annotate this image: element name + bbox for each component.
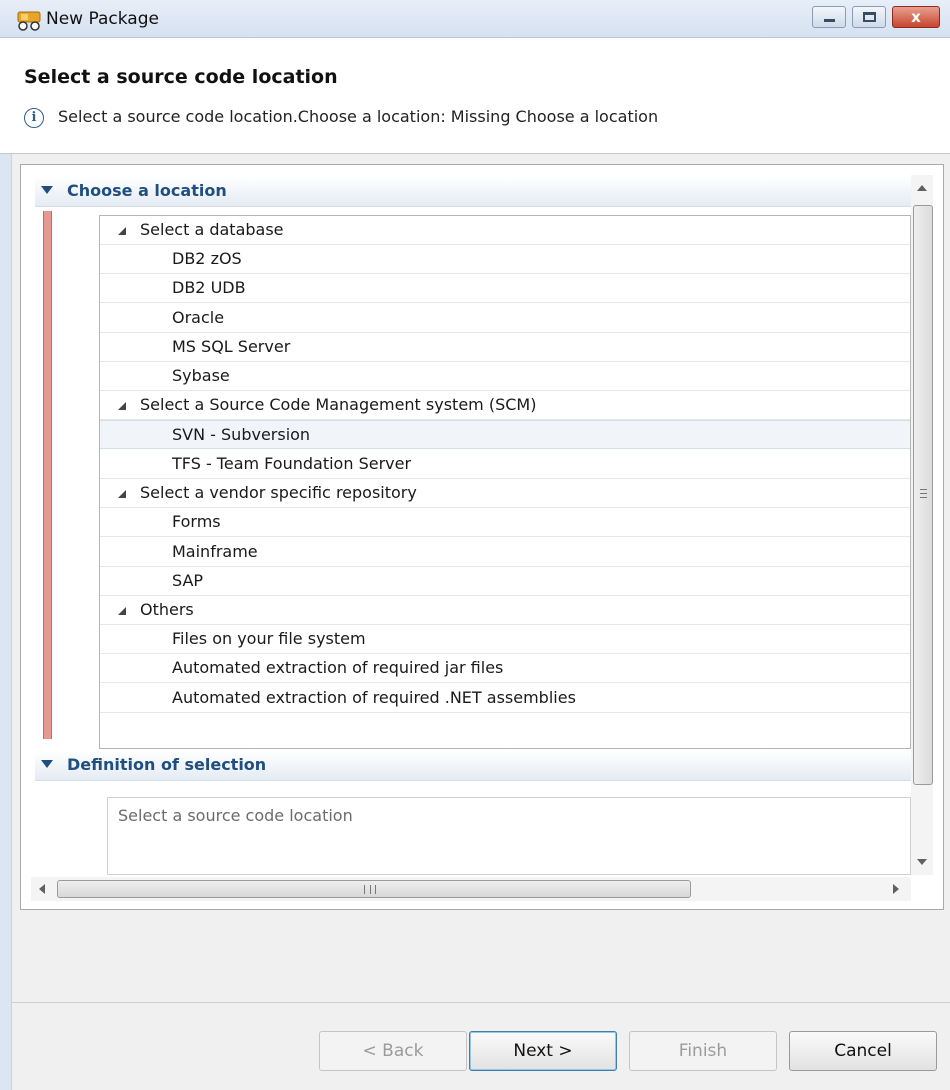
page-heading: Select a source code location	[24, 66, 338, 88]
info-icon: i	[24, 108, 44, 128]
footer-separator	[12, 1002, 950, 1003]
horizontal-scroll-thumb[interactable]	[57, 880, 691, 898]
package-app-icon	[17, 11, 41, 31]
tree-item-ms-sql-server[interactable]: MS SQL Server	[100, 333, 910, 362]
tree-item-file-system[interactable]: Files on your file system	[100, 625, 910, 654]
wizard-header: Select a source code location i Select a…	[0, 38, 950, 154]
tree-group-vendor[interactable]: Select a vendor specific repository	[100, 479, 910, 508]
section-definition[interactable]: Definition of selection	[35, 751, 911, 781]
section-title-definition: Definition of selection	[67, 755, 267, 774]
scroll-up-arrow-icon[interactable]	[917, 185, 927, 191]
minimize-icon	[824, 19, 835, 22]
wizard-content: Choose a location Select a database DB2 …	[20, 164, 944, 910]
location-tree[interactable]: Select a database DB2 zOS DB2 UDB Oracle…	[99, 215, 911, 749]
expanded-triangle-icon[interactable]	[118, 490, 126, 498]
tree-item-forms[interactable]: Forms	[100, 508, 910, 537]
tree-item-db2-udb[interactable]: DB2 UDB	[100, 274, 910, 303]
tree-item-sybase[interactable]: Sybase	[100, 362, 910, 391]
tree-group-others[interactable]: Others	[100, 596, 910, 625]
scroll-left-arrow-icon[interactable]	[39, 884, 45, 894]
collapse-arrow-icon[interactable]	[41, 760, 53, 768]
expanded-triangle-icon[interactable]	[118, 402, 126, 410]
tree-group-scm[interactable]: Select a Source Code Management system (…	[100, 391, 910, 420]
next-button[interactable]: Next >	[469, 1031, 617, 1071]
tree-item-oracle[interactable]: Oracle	[100, 304, 910, 333]
collapse-arrow-icon[interactable]	[41, 186, 53, 194]
back-button[interactable]: < Back	[319, 1031, 467, 1071]
scroll-down-arrow-icon[interactable]	[917, 859, 927, 865]
tree-item-db2-zos[interactable]: DB2 zOS	[100, 245, 910, 274]
tree-item-mainframe[interactable]: Mainframe	[100, 538, 910, 567]
error-indicator-bar	[43, 211, 52, 739]
maximize-button[interactable]	[852, 6, 886, 28]
scroll-right-arrow-icon[interactable]	[893, 884, 899, 894]
tree-item-net-extraction[interactable]: Automated extraction of required .NET as…	[100, 684, 910, 713]
tree-item-svn[interactable]: SVN - Subversion	[100, 420, 910, 449]
window-title: New Package	[46, 9, 159, 29]
tree-group-database[interactable]: Select a database	[100, 216, 910, 245]
section-choose-location[interactable]: Choose a location	[35, 177, 911, 207]
cancel-button[interactable]: Cancel	[789, 1031, 937, 1071]
definition-text-area[interactable]: Select a source code location	[107, 797, 911, 875]
finish-button[interactable]: Finish	[629, 1031, 777, 1071]
expanded-triangle-icon[interactable]	[118, 607, 126, 615]
grip-icon	[364, 885, 376, 894]
tree-item-sap[interactable]: SAP	[100, 567, 910, 596]
close-button[interactable]: x	[892, 6, 940, 28]
vertical-scrollbar[interactable]	[911, 175, 933, 875]
definition-text: Select a source code location	[118, 806, 353, 825]
tree-item-jar-extraction[interactable]: Automated extraction of required jar fil…	[100, 654, 910, 683]
tree-item-tfs[interactable]: TFS - Team Foundation Server	[100, 450, 910, 479]
maximize-icon	[863, 12, 876, 22]
close-icon: x	[911, 8, 921, 26]
section-title-choose: Choose a location	[67, 181, 227, 200]
grip-icon	[920, 489, 927, 498]
minimize-button[interactable]	[812, 6, 846, 28]
horizontal-scrollbar[interactable]	[31, 877, 911, 901]
expanded-triangle-icon[interactable]	[118, 227, 126, 235]
info-message: Select a source code location.Choose a l…	[58, 107, 659, 126]
left-gutter	[0, 154, 12, 1090]
title-bar: New Package x	[0, 0, 950, 38]
vertical-scroll-thumb[interactable]	[913, 205, 933, 785]
